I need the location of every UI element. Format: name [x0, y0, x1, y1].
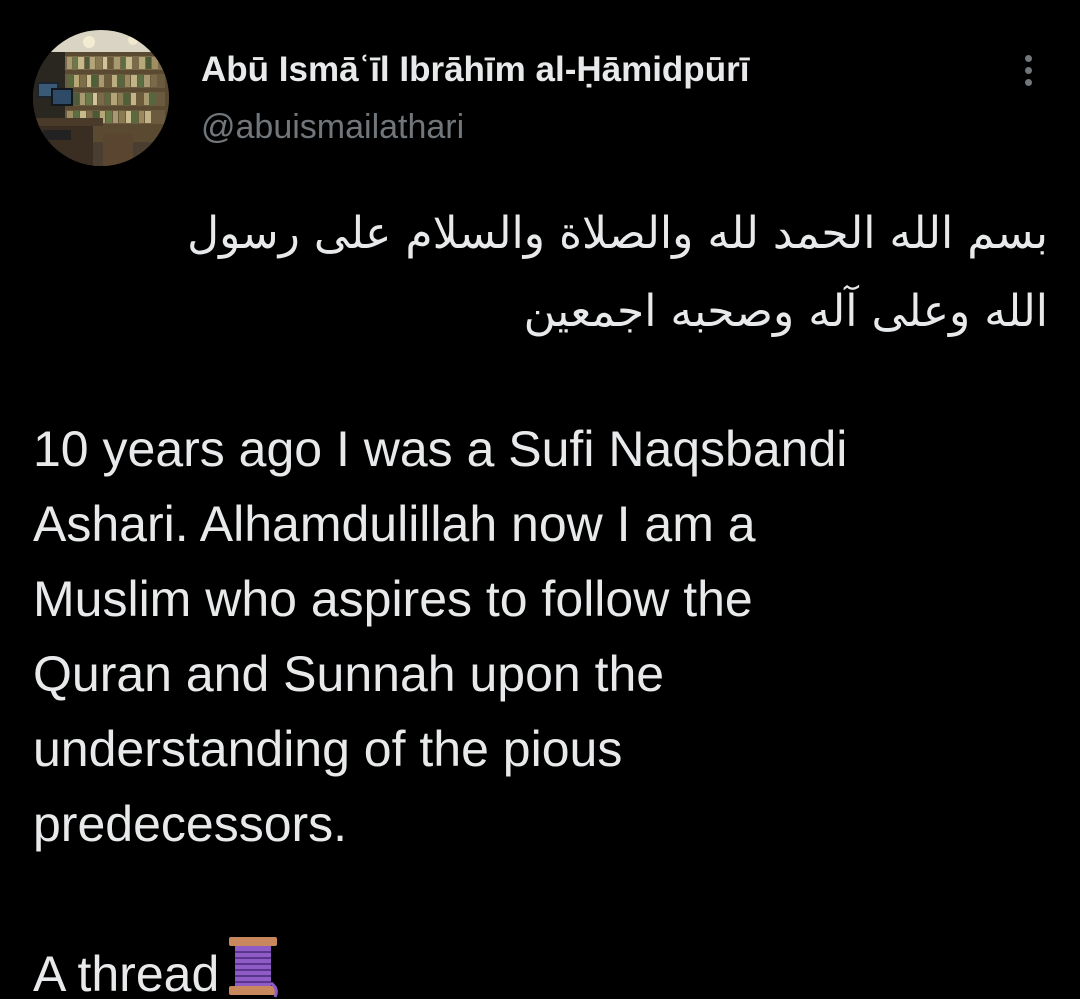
- thread-label-line: A thread: [33, 933, 281, 999]
- body-line: Muslim who aspires to follow the: [33, 571, 753, 627]
- body-line: Quran and Sunnah upon the: [33, 646, 665, 702]
- more-vertical-icon: [1025, 55, 1032, 62]
- author-display-name[interactable]: Abū Ismāʿīl Ibrāhīm al-Ḥāmidpūrī: [201, 50, 749, 90]
- arabic-line: الله وعلى آله وصحبه اجمعين: [523, 286, 1048, 337]
- body-line: understanding of the pious: [33, 721, 623, 777]
- avatar[interactable]: [33, 30, 169, 166]
- more-vertical-icon-dot: [1025, 79, 1032, 86]
- more-vertical-icon-dot: [1025, 67, 1032, 74]
- body-line: predecessors.: [33, 796, 348, 852]
- tweet-arabic-text: بسم الله الحمد لله والصلاة والسلام على ر…: [33, 195, 1048, 351]
- body-line: Ashari. Alhamdulillah now I am a: [33, 496, 756, 552]
- arabic-line: بسم الله الحمد لله والصلاة والسلام على ر…: [187, 208, 1048, 259]
- body-line: 10 years ago I was a Sufi Naqsbandi: [33, 421, 848, 477]
- tweet: Abū Ismāʿīl Ibrāhīm al-Ḥāmidpūrī @abuism…: [0, 0, 1080, 999]
- more-options-button[interactable]: [1005, 52, 1053, 88]
- library-avatar-image: [33, 30, 169, 166]
- spool-of-thread-icon: [229, 937, 279, 998]
- tweet-body-text: 10 years ago I was a Sufi Naqsbandi Asha…: [33, 412, 1048, 862]
- author-handle[interactable]: @abuismailathari: [201, 108, 464, 147]
- thread-label: A thread: [33, 946, 220, 999]
